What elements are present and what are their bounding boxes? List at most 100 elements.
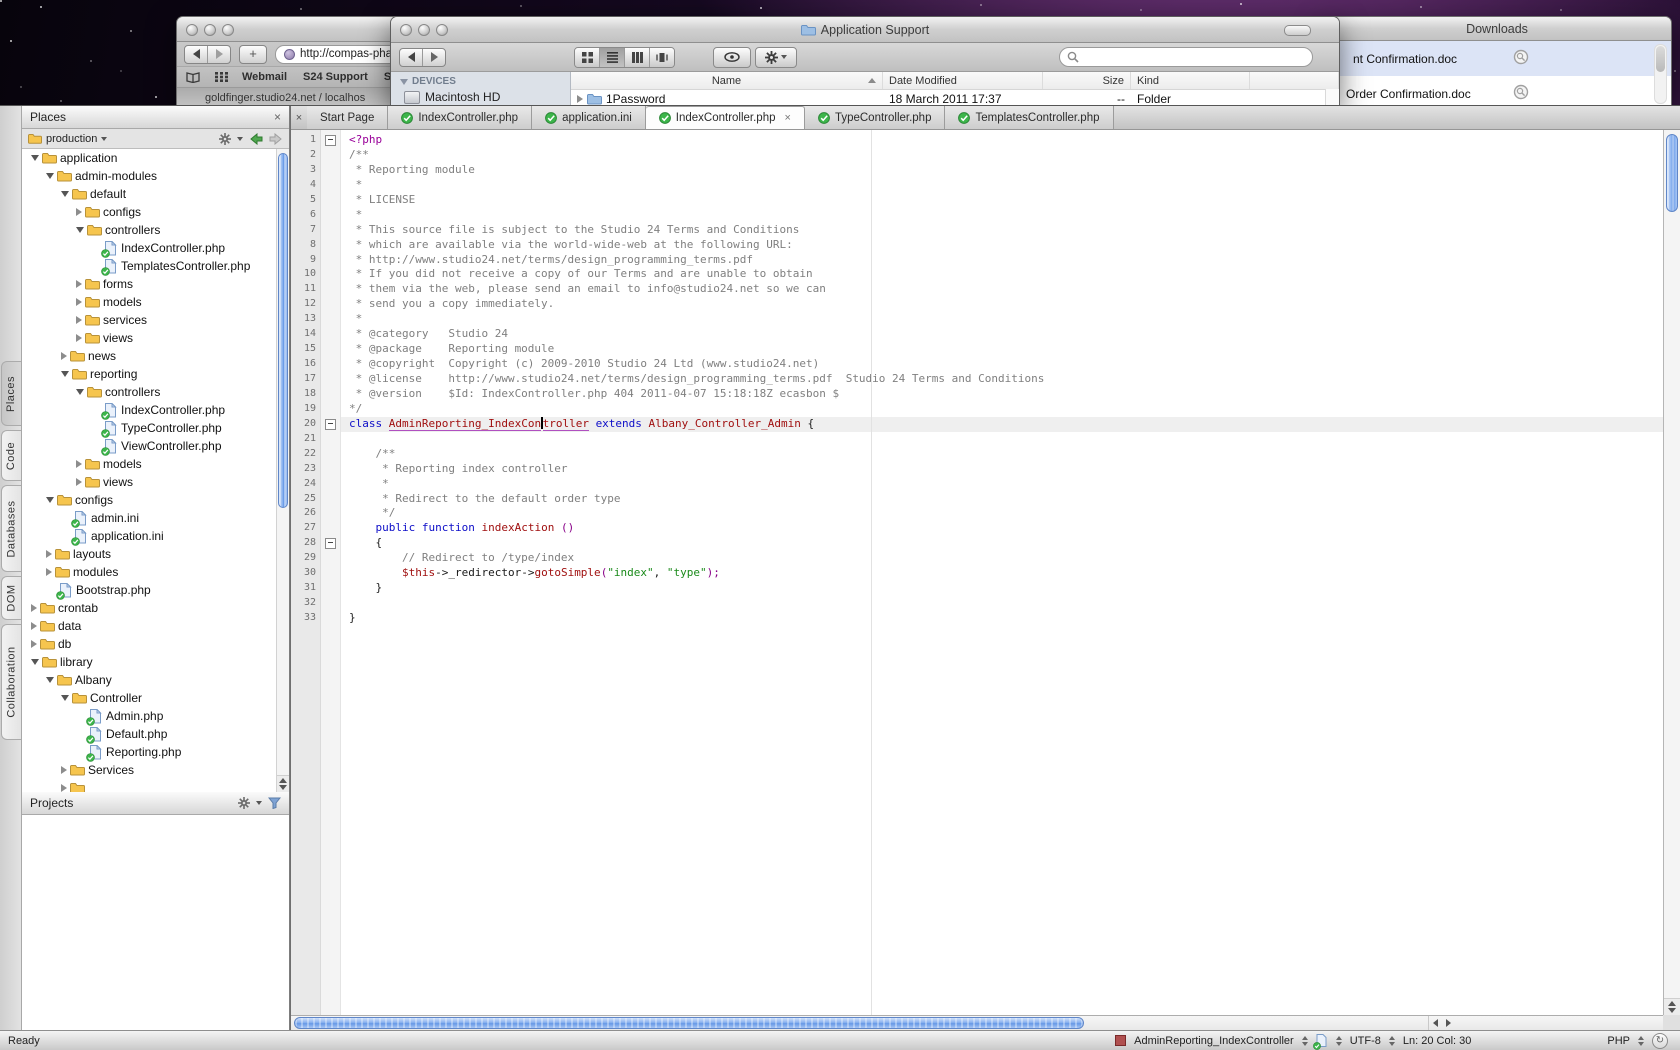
column-header-size[interactable]: Size: [1043, 72, 1131, 89]
editor-tab[interactable]: IndexController.php×: [646, 106, 805, 129]
tree-item[interactable]: admin.ini: [22, 509, 289, 527]
tree-item[interactable]: Services: [22, 761, 289, 779]
go-back-arrow-icon[interactable]: [249, 133, 263, 145]
expand-triangle-icon[interactable]: [61, 766, 67, 774]
collapse-triangle-icon[interactable]: [31, 659, 39, 665]
collapse-triangle-icon[interactable]: [31, 155, 39, 161]
gear-icon[interactable]: [238, 797, 250, 809]
fold-marker-icon[interactable]: [325, 419, 336, 430]
tree-item[interactable]: Reporting.php: [22, 743, 289, 761]
splitter-icon[interactable]: [1389, 1036, 1395, 1046]
tree-item[interactable]: application.ini: [22, 527, 289, 545]
tree-item[interactable]: views: [22, 329, 289, 347]
bookmarks-book-icon[interactable]: [186, 72, 201, 83]
tree-item[interactable]: models: [22, 455, 289, 473]
tree-item[interactable]: modules: [22, 563, 289, 581]
code-line[interactable]: * If you did not receive a copy of our T…: [341, 267, 1663, 282]
horizontal-scroll-thumb[interactable]: [294, 1017, 1084, 1029]
expand-triangle-icon[interactable]: [61, 784, 67, 792]
splitter-icon[interactable]: [1302, 1036, 1308, 1046]
tree-item[interactable]: Controller: [22, 689, 289, 707]
code-line[interactable]: * This source file is subject to the Stu…: [341, 223, 1663, 238]
close-window-button[interactable]: [400, 24, 412, 36]
scroll-up-icon[interactable]: [1668, 1001, 1676, 1006]
expand-triangle-icon[interactable]: [76, 334, 82, 342]
editor-tab[interactable]: Start Page: [307, 106, 388, 129]
finder-titlebar[interactable]: Application Support: [391, 17, 1339, 43]
tree-item[interactable]: controllers: [22, 221, 289, 239]
editor-tab[interactable]: application.ini: [532, 106, 646, 129]
editor-tab[interactable]: IndexController.php: [388, 106, 532, 129]
back-button[interactable]: [400, 49, 422, 66]
fold-marker-icon[interactable]: [325, 538, 336, 549]
code-line[interactable]: * @license http://www.studio24.net/terms…: [341, 372, 1663, 387]
code-line[interactable]: * @version $Id: IndexController.php 404 …: [341, 387, 1663, 402]
encoding-indicator[interactable]: UTF-8: [1350, 1035, 1381, 1047]
expand-triangle-icon[interactable]: [76, 298, 82, 306]
tree-item[interactable]: controllers: [22, 383, 289, 401]
collapse-triangle-icon[interactable]: [76, 389, 84, 395]
expand-triangle-icon[interactable]: [61, 352, 67, 360]
devices-section-header[interactable]: DEVICES: [400, 76, 570, 87]
close-panel-button[interactable]: ×: [274, 110, 281, 124]
reveal-magnifier-icon[interactable]: [1513, 84, 1530, 104]
finder-search-field[interactable]: [1059, 47, 1313, 67]
code-line[interactable]: * which are available via the world-wide…: [341, 238, 1663, 253]
collapse-triangle-icon[interactable]: [61, 371, 69, 377]
new-tab-button[interactable]: +: [239, 45, 267, 64]
collapse-triangle-icon[interactable]: [76, 227, 84, 233]
expand-triangle-icon[interactable]: [46, 568, 52, 576]
editor-tab[interactable]: TemplatesController.php: [945, 106, 1113, 129]
current-scope[interactable]: AdminReporting_IndexController: [1134, 1035, 1294, 1047]
code-line[interactable]: * LICENSE: [341, 193, 1663, 208]
splitter-icon[interactable]: [1336, 1036, 1342, 1046]
bookmark-item[interactable]: S24 Support: [303, 71, 368, 83]
toolbar-toggle-button[interactable]: [1284, 25, 1311, 36]
editor-tab[interactable]: TypeController.php: [805, 106, 946, 129]
tree-item[interactable]: layouts: [22, 545, 289, 563]
filter-funnel-icon[interactable]: [268, 797, 281, 809]
icon-view-button[interactable]: [575, 48, 599, 67]
code-line[interactable]: class AdminReporting_IndexController ext…: [341, 417, 1663, 432]
tree-item[interactable]: IndexController.php: [22, 239, 289, 257]
bookmark-item[interactable]: Webmail: [242, 71, 287, 83]
forward-button[interactable]: [207, 46, 230, 63]
downloads-scrollbar[interactable]: [1654, 44, 1667, 104]
fold-marker-icon[interactable]: [325, 135, 336, 146]
tree-scrollbar[interactable]: [276, 149, 289, 792]
code-line[interactable]: *: [341, 178, 1663, 193]
close-tab-icon[interactable]: ×: [785, 112, 791, 124]
side-tab-code[interactable]: Code: [1, 430, 21, 481]
code-line[interactable]: * http://www.studio24.net/terms/design_p…: [341, 253, 1663, 268]
sync-status-icon[interactable]: ↻: [1652, 1033, 1668, 1049]
horizontal-scrollbar[interactable]: [291, 1015, 1663, 1030]
code-line[interactable]: * them via the web, please send an email…: [341, 282, 1663, 297]
download-item[interactable]: nt Confirmation.doc: [1323, 41, 1671, 76]
tree-item[interactable]: [22, 779, 289, 792]
expand-triangle-icon[interactable]: [76, 208, 82, 216]
back-button[interactable]: [185, 46, 207, 63]
column-header-name[interactable]: Name: [571, 72, 883, 89]
code-line[interactable]: public function indexAction (): [341, 521, 1663, 536]
zoom-window-button[interactable]: [222, 24, 234, 36]
tree-item[interactable]: Albany: [22, 671, 289, 689]
tree-item[interactable]: Default.php: [22, 725, 289, 743]
code-line[interactable]: <?php: [341, 133, 1663, 148]
scroll-right-icon[interactable]: [1446, 1019, 1451, 1027]
collapse-triangle-icon[interactable]: [46, 497, 54, 503]
list-view-button[interactable]: [599, 48, 624, 67]
tree-item[interactable]: news: [22, 347, 289, 365]
side-tab-places[interactable]: Places: [1, 361, 21, 426]
expand-triangle-icon[interactable]: [31, 604, 37, 612]
downloads-scroll-thumb[interactable]: [1656, 46, 1665, 72]
code-line[interactable]: }: [341, 581, 1663, 596]
top-sites-grid-icon[interactable]: [215, 72, 228, 82]
code-line[interactable]: // Redirect to /type/index: [341, 551, 1663, 566]
zoom-window-button[interactable]: [436, 24, 448, 36]
collapse-triangle-icon[interactable]: [46, 173, 54, 179]
tree-item[interactable]: application: [22, 149, 289, 167]
file-status-icon[interactable]: [1316, 1034, 1328, 1048]
expand-triangle-icon[interactable]: [31, 622, 37, 630]
tree-item[interactable]: library: [22, 653, 289, 671]
code-line[interactable]: * Reporting module: [341, 163, 1663, 178]
